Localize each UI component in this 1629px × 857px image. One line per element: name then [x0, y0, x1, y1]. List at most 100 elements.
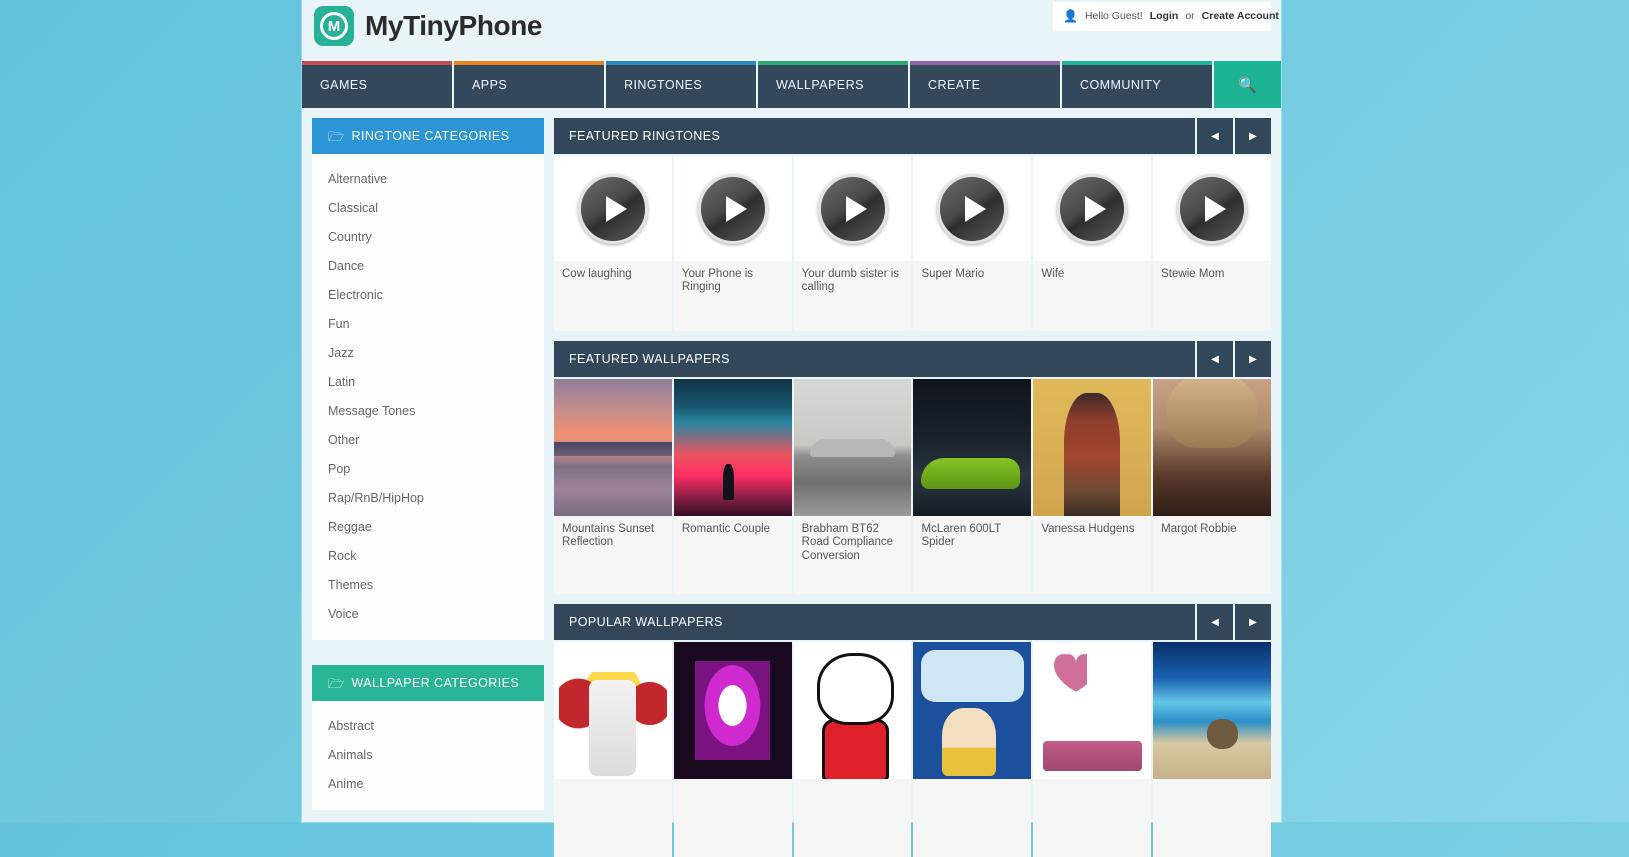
nav-item-games[interactable]: GAMES [302, 61, 454, 108]
sidebar-item-fun[interactable]: Fun [312, 309, 544, 338]
ringtone-card[interactable]: Wife [1033, 156, 1152, 331]
category-label: Rock [328, 548, 357, 563]
play-icon[interactable] [697, 173, 768, 244]
carousel-next-button-ringtones[interactable]: ▶ [1233, 118, 1271, 154]
nav-label: CREATE [928, 77, 981, 92]
wallpaper-card[interactable] [793, 642, 912, 857]
play-icon[interactable] [817, 173, 888, 244]
category-label: Animals [328, 747, 373, 762]
sidebar-item-reggae[interactable]: Reggae [312, 512, 544, 541]
nav-item-create[interactable]: CREATE [910, 61, 1062, 108]
sidebar-item-anime[interactable]: Anime [312, 769, 544, 798]
wallpaper-thumbnail[interactable] [554, 642, 672, 779]
wallpaper-card[interactable]: McLaren 600LT Spider [913, 379, 1032, 594]
category-label: Electronic [328, 287, 383, 302]
category-label: Anime [328, 776, 364, 791]
nav-label: RINGTONES [624, 77, 703, 92]
nav-item-apps[interactable]: APPS [454, 61, 606, 108]
sidebar-item-classical[interactable]: Classical [312, 193, 544, 222]
ringtone-card[interactable]: Cow laughing [554, 156, 672, 331]
wallpaper-card[interactable] [554, 642, 672, 857]
ringtone-category-list: Alternative Classical Country Dance Elec… [312, 154, 544, 640]
wallpaper-card[interactable] [673, 642, 792, 857]
top-bar: M MyTinyPhone 👤 Hello Guest! Login or Cr… [302, 0, 1281, 61]
wallpaper-thumbnail[interactable] [913, 642, 1032, 779]
page-container: M MyTinyPhone 👤 Hello Guest! Login or Cr… [302, 0, 1281, 857]
carousel-prev-button-popular-wallpapers[interactable]: ◀ [1195, 604, 1233, 640]
wallpaper-thumbnail[interactable] [1033, 642, 1152, 779]
nav-item-wallpapers[interactable]: WALLPAPERS [758, 61, 910, 108]
nav-item-community[interactable]: COMMUNITY [1062, 61, 1214, 108]
wallpaper-card[interactable]: Brabham BT62 Road Compliance Conversion [793, 379, 912, 594]
panel-title: RINGTONE CATEGORIES [351, 129, 510, 143]
wallpaper-thumbnail[interactable] [1153, 379, 1271, 516]
sidebar-item-abstract[interactable]: Abstract [312, 711, 544, 740]
create-account-link[interactable]: Create Account [1202, 10, 1279, 22]
wallpaper-card[interactable]: Mountains Sunset Reflection [554, 379, 672, 594]
wallpaper-card[interactable]: Margot Robbie [1153, 379, 1271, 594]
section-popular-wallpapers: POPULAR WALLPAPERS ◀ ▶ [554, 604, 1271, 857]
chevron-right-icon: ▶ [1249, 130, 1257, 142]
play-icon[interactable] [1057, 173, 1128, 244]
sidebar-item-themes[interactable]: Themes [312, 570, 544, 599]
sidebar-item-rock[interactable]: Rock [312, 541, 544, 570]
carousel-prev-button-ringtones[interactable]: ◀ [1195, 118, 1233, 154]
logo-mark-icon: M [314, 6, 354, 46]
sidebar-item-latin[interactable]: Latin [312, 367, 544, 396]
sidebar-item-country[interactable]: Country [312, 222, 544, 251]
wallpaper-thumbnail[interactable] [554, 379, 672, 516]
wallpaper-thumbnail[interactable] [793, 379, 912, 516]
site-logo[interactable]: M MyTinyPhone [314, 6, 543, 46]
wallpaper-thumbnail[interactable] [673, 379, 792, 516]
main-navigation: GAMES APPS RINGTONES WALLPAPERS CREATE C… [302, 61, 1281, 108]
sidebar-item-other[interactable]: Other [312, 425, 544, 454]
category-label: Themes [328, 577, 374, 592]
wallpaper-thumbnail[interactable] [1033, 379, 1152, 516]
sidebar-item-dance[interactable]: Dance [312, 251, 544, 280]
ringtone-card[interactable]: Stewie Mom [1153, 156, 1271, 331]
wallpaper-thumbnail[interactable] [793, 642, 912, 779]
ringtone-card[interactable]: Your Phone is Ringing [673, 156, 792, 331]
wallpaper-title: Margot Robbie [1161, 523, 1237, 535]
sidebar-item-electronic[interactable]: Electronic [312, 280, 544, 309]
play-icon[interactable] [1177, 173, 1248, 244]
carousel-next-button-featured-wallpapers[interactable]: ▶ [1233, 341, 1271, 377]
sidebar-item-voice[interactable]: Voice [312, 599, 544, 628]
category-label: Pop [328, 461, 351, 476]
ringtone-card-row: Cow laughing Your Phone is Ringing Your … [554, 156, 1271, 331]
play-button-wrap [554, 156, 672, 261]
carousel-next-button-popular-wallpapers[interactable]: ▶ [1233, 604, 1271, 640]
ringtone-title: Your Phone is Ringing [681, 268, 754, 294]
wallpaper-thumbnail[interactable] [913, 379, 1032, 516]
main-column: FEATURED RINGTONES ◀ ▶ Cow laughing Your… [554, 118, 1271, 857]
play-button-wrap [913, 156, 1032, 261]
wallpaper-thumbnail[interactable] [673, 642, 792, 779]
carousel-prev-button-featured-wallpapers[interactable]: ◀ [1195, 341, 1233, 377]
section-title: FEATURED RINGTONES [569, 129, 721, 143]
wallpaper-thumbnail[interactable] [1153, 642, 1271, 779]
search-button[interactable]: 🔍 [1214, 61, 1281, 108]
wallpaper-card[interactable]: Vanessa Hudgens [1033, 379, 1152, 594]
play-icon[interactable] [577, 173, 648, 244]
sidebar: 🗁 RINGTONE CATEGORIES Alternative Classi… [312, 118, 544, 822]
sidebar-item-jazz[interactable]: Jazz [312, 338, 544, 367]
category-label: Jazz [328, 345, 354, 360]
nav-item-ringtones[interactable]: RINGTONES [606, 61, 758, 108]
sidebar-item-pop[interactable]: Pop [312, 454, 544, 483]
login-link[interactable]: Login [1150, 10, 1179, 22]
play-button-wrap [793, 156, 912, 261]
sidebar-item-alternative[interactable]: Alternative [312, 164, 544, 193]
sidebar-item-message-tones[interactable]: Message Tones [312, 396, 544, 425]
wallpaper-card[interactable]: Romantic Couple [673, 379, 792, 594]
play-icon[interactable] [937, 173, 1008, 244]
ringtone-card[interactable]: Super Mario [913, 156, 1032, 331]
ringtone-title: Your dumb sister is calling [801, 268, 900, 294]
wallpaper-card[interactable] [1033, 642, 1152, 857]
sidebar-item-rap-rnb-hiphop[interactable]: Rap/RnB/HipHop [312, 483, 544, 512]
ringtone-card[interactable]: Your dumb sister is calling [793, 156, 912, 331]
wallpaper-card[interactable] [1153, 642, 1271, 857]
wallpaper-card[interactable] [913, 642, 1032, 857]
sidebar-item-animals[interactable]: Animals [312, 740, 544, 769]
nav-label: APPS [472, 77, 508, 92]
